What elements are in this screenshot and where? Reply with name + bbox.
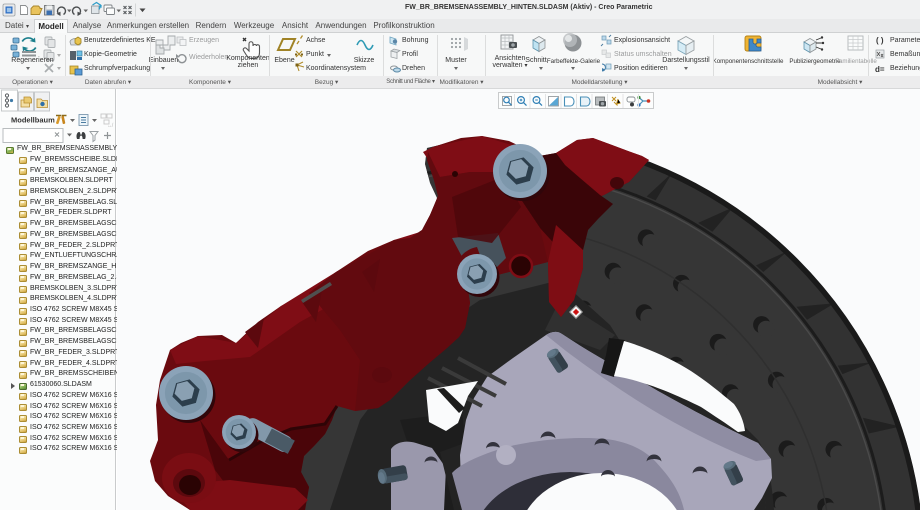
svg-text:d=: d= (875, 65, 885, 74)
svg-text:Modellbaum: Modellbaum (11, 116, 55, 125)
svg-text:( ): ( ) (876, 36, 884, 45)
svg-text:↮: ↮ (107, 123, 114, 129)
